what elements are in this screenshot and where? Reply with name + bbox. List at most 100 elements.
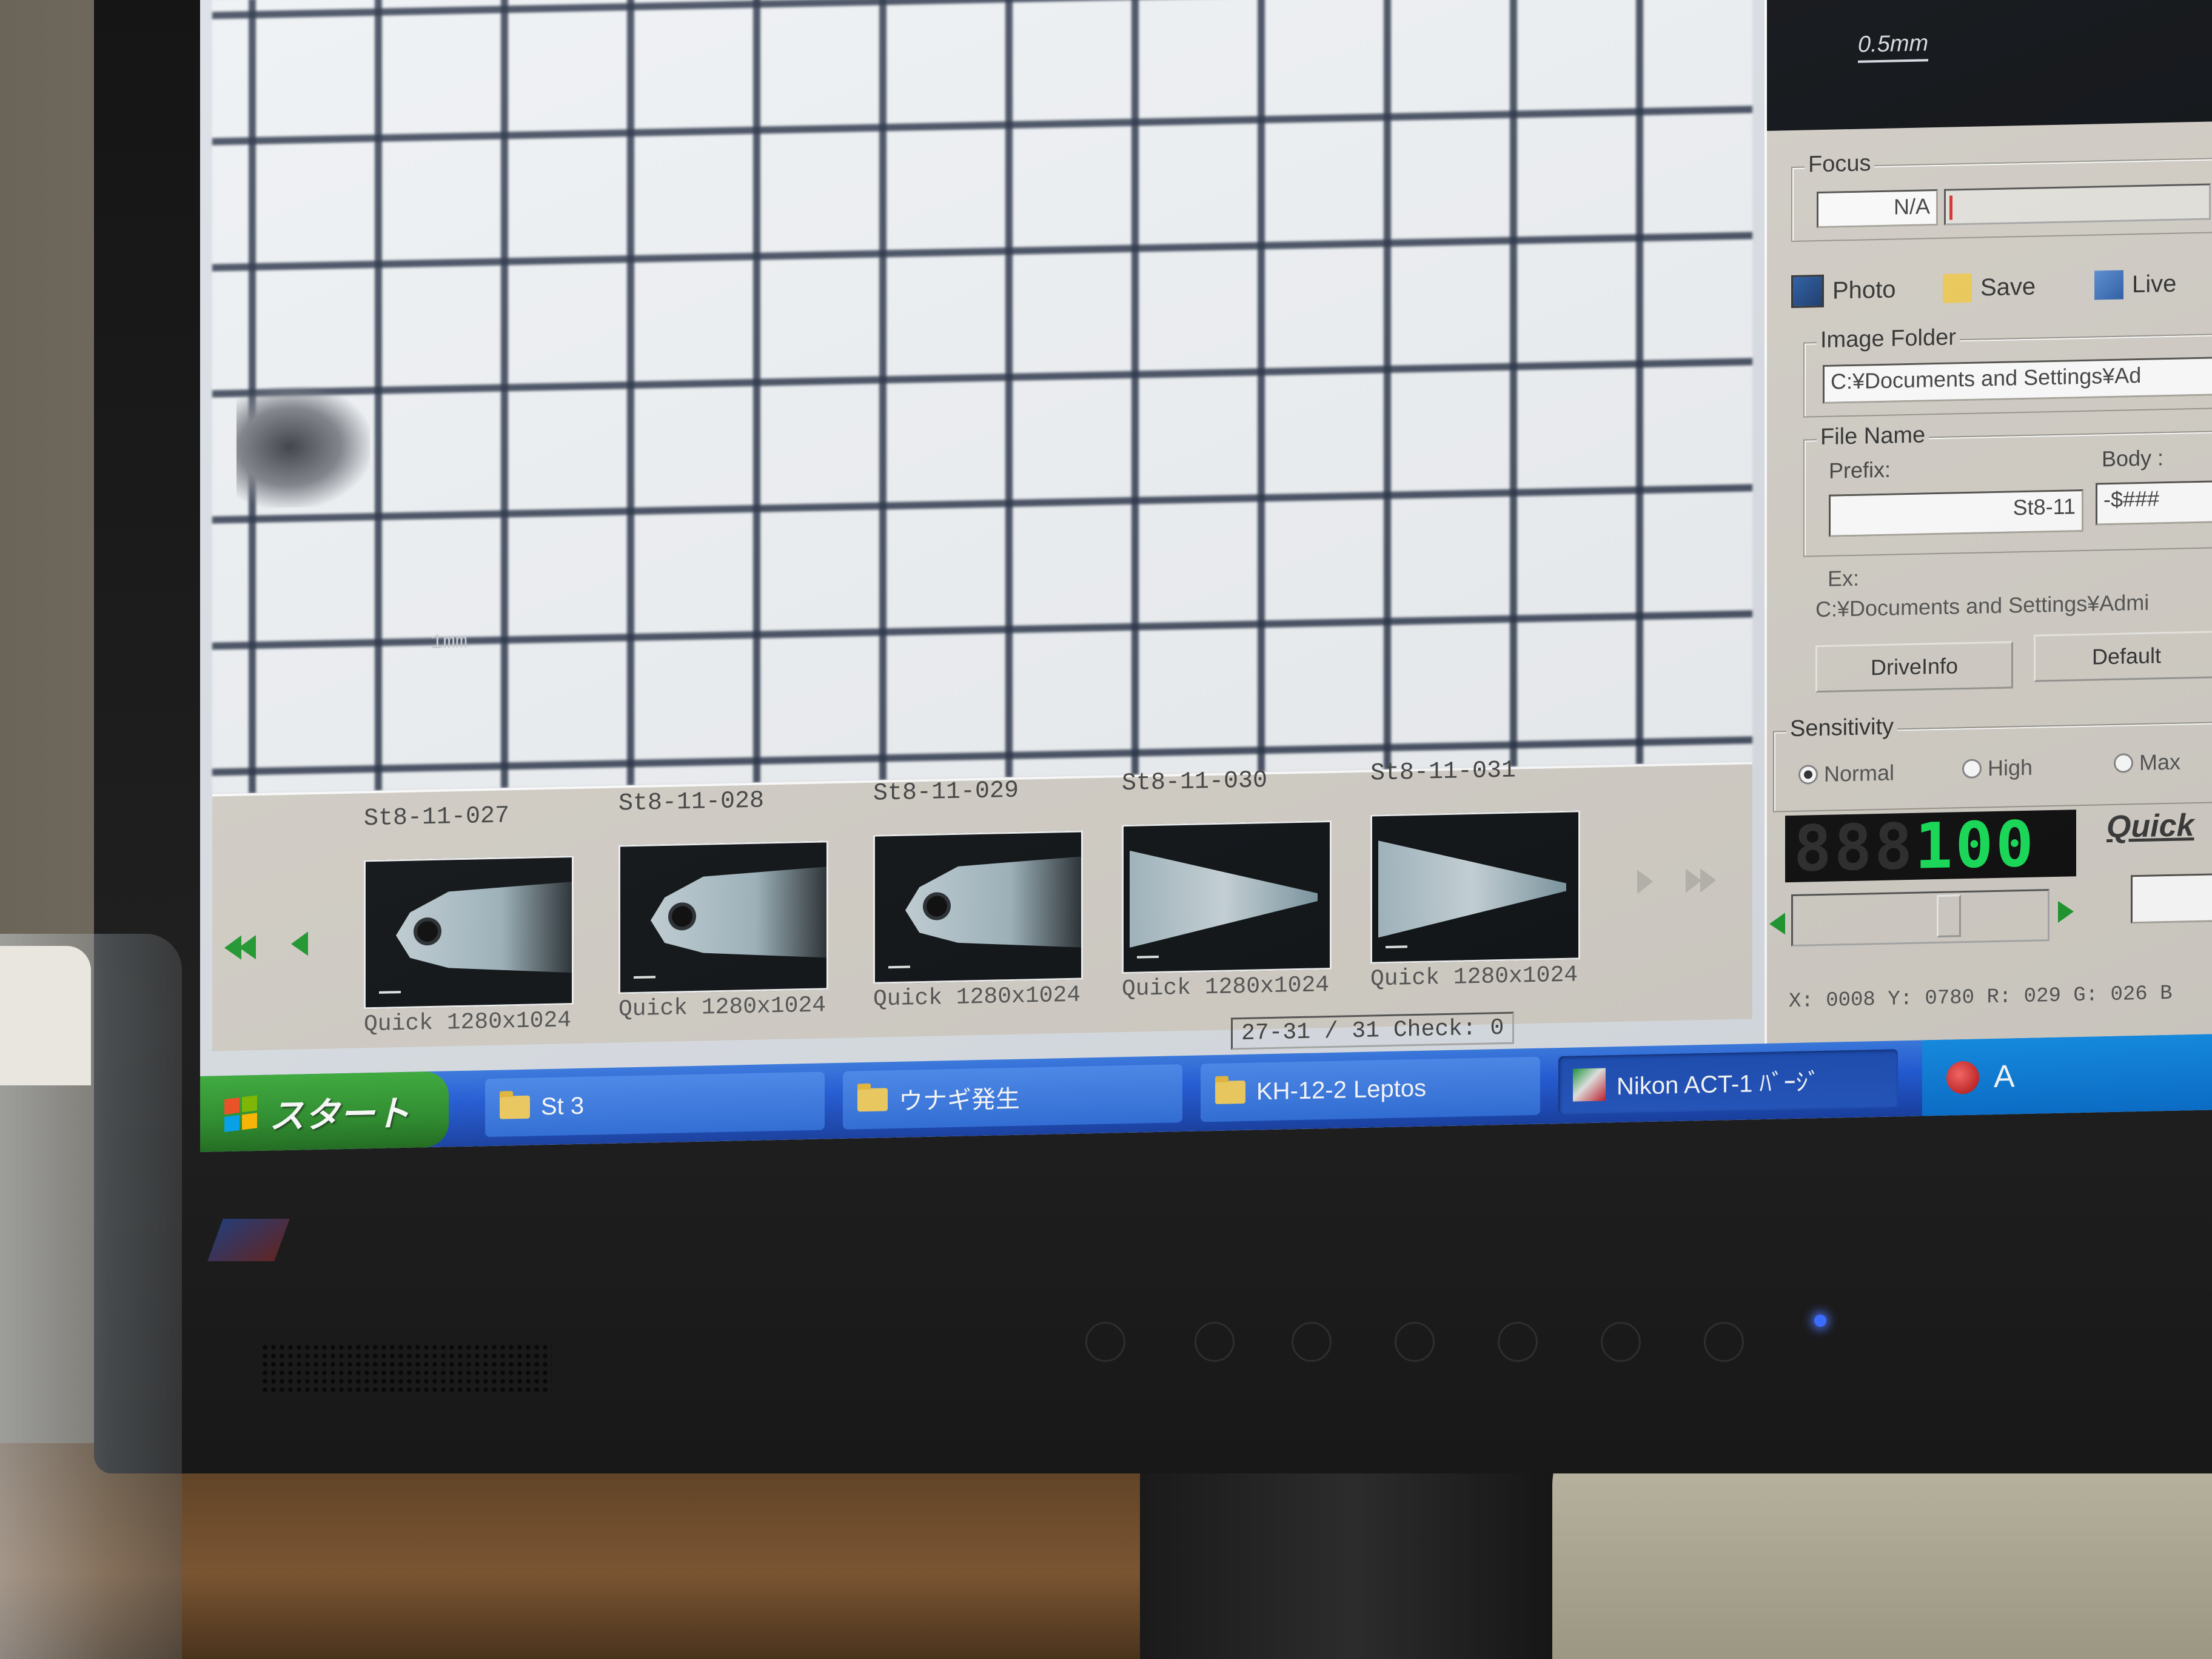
prefix-input[interactable]: St8-11 <box>1829 489 2083 537</box>
file-name-label: File Name <box>1817 422 1929 451</box>
logo-blue <box>224 1114 240 1132</box>
system-tray: A <box>1922 1034 2212 1116</box>
start-label: スタート <box>269 1093 411 1136</box>
counter-dim-digits: 888 <box>1794 809 1915 886</box>
tab-save-label: Save <box>1980 273 2036 301</box>
last-page-icon[interactable] <box>1686 868 1701 893</box>
monitor-button <box>1498 1322 1538 1362</box>
mini-scalebar <box>888 965 910 969</box>
radio-dot <box>2114 753 2133 773</box>
radio-max-label: Max <box>2139 749 2181 776</box>
monitor-button <box>1704 1322 1744 1362</box>
next-page-icon[interactable] <box>1637 869 1653 894</box>
folder-icon <box>857 1088 888 1112</box>
logo-green <box>242 1094 257 1112</box>
first-page-icon-2[interactable] <box>239 935 256 960</box>
thumbnail-strip: St8-11-027 Quick 1280x1024 St8-11-028 Qu… <box>212 757 1752 1094</box>
driveinfo-button[interactable]: DriveInfo <box>1815 641 2013 693</box>
monitor-button <box>1085 1322 1125 1362</box>
thumbnail-image <box>873 830 1083 984</box>
thumbnail[interactable]: St8-11-027 Quick 1280x1024 <box>340 801 582 1038</box>
radio-high[interactable]: High <box>1962 755 2033 782</box>
example-path: C:¥Documents and Settings¥Admi <box>1815 589 2150 622</box>
tab-live[interactable]: Live <box>2094 262 2176 307</box>
taskbar-item-st3[interactable]: St 3 <box>485 1071 825 1138</box>
exposure-slider-thumb[interactable] <box>1937 894 1961 938</box>
tab-live-label: Live <box>2132 270 2177 298</box>
taskbar-item-label: KH-12-2 Leptos <box>1256 1074 1427 1105</box>
taskbar-item-label: Nikon ACT-1 ﾊﾞｰｼﾞ <box>1617 1069 1820 1101</box>
counter-lit-digits: 100 <box>1914 806 2036 883</box>
focus-label: Focus <box>1805 150 1875 178</box>
quick-count-input[interactable] <box>2131 873 2212 924</box>
thumbnail-name: St8-11-030 <box>1122 767 1268 798</box>
thumbnail[interactable]: St8-11-029 Quick 1280x1024 <box>849 776 1091 1013</box>
larva-tail <box>1130 846 1318 947</box>
monitor-button <box>1292 1322 1332 1362</box>
thumbnail-name: St8-11-027 <box>364 802 510 833</box>
radio-normal[interactable]: Normal <box>1798 760 1894 787</box>
thumbnail-image <box>618 840 828 994</box>
slider-left-arrow[interactable] <box>1769 913 1785 935</box>
image-folder-label: Image Folder <box>1817 324 1960 354</box>
example-label: Ex: <box>1828 565 1860 591</box>
thumbnail[interactable]: St8-11-030 Quick 1280x1024 <box>1098 766 1340 1002</box>
live-view-image <box>212 0 1752 794</box>
radio-normal-label: Normal <box>1824 760 1895 786</box>
security-shield-icon[interactable] <box>1946 1061 1979 1094</box>
logo-red <box>224 1097 240 1114</box>
body-input[interactable]: -$### <box>2096 480 2212 526</box>
taskbar-item-nikon-act1[interactable]: Nikon ACT-1 ﾊﾞｰｼﾞ <box>1558 1049 1898 1115</box>
mini-scalebar <box>1137 955 1159 959</box>
taskbar-item-kh-leptos[interactable]: KH-12-2 Leptos <box>1201 1056 1540 1122</box>
mini-scalebar <box>379 991 401 994</box>
body-label: Body : <box>2102 445 2164 472</box>
larva-tail <box>1378 837 1566 937</box>
image-folder-input[interactable]: C:¥Documents and Settings¥Ad <box>1823 357 2212 404</box>
thumbnail-meta: Quick 1280x1024 <box>1370 962 1578 993</box>
jar-cap <box>0 946 91 1085</box>
slider-right-arrow[interactable] <box>2058 900 2074 923</box>
quick-mode-label: Quick <box>2106 808 2194 845</box>
tab-photo[interactable]: Photo <box>1791 267 1896 313</box>
thumbnail-meta: Quick 1280x1024 <box>873 982 1081 1013</box>
screen: 1mm 0.5mm Focus N/A Photo Save Live Imag… <box>200 0 2212 1153</box>
radio-max[interactable]: Max <box>2114 749 2180 776</box>
folder-icon <box>500 1095 530 1119</box>
thumbnail[interactable]: St8-11-031 Quick 1280x1024 <box>1346 756 1589 993</box>
image-folder-group: Image Folder C:¥Documents and Settings¥A… <box>1803 324 2212 418</box>
prefix-label: Prefix: <box>1829 457 1891 483</box>
focus-group: Focus N/A <box>1791 150 2212 243</box>
monitor-button <box>1195 1322 1235 1362</box>
thumbnail-name: St8-11-028 <box>618 787 765 818</box>
nikon-app-icon <box>1573 1068 1606 1102</box>
ime-indicator[interactable]: A <box>1994 1058 2015 1095</box>
folder-icon <box>1943 273 1972 303</box>
tab-save[interactable]: Save <box>1943 265 2036 310</box>
thumbnail-image <box>364 856 574 1010</box>
power-led <box>1814 1315 1826 1327</box>
thumbnail[interactable]: St8-11-028 Quick 1280x1024 <box>594 786 837 1023</box>
radio-high-label: High <box>1988 754 2033 781</box>
focus-value: N/A <box>1817 189 1938 229</box>
tab-photo-label: Photo <box>1832 275 1896 304</box>
thumbnail-image <box>1370 810 1580 964</box>
taskbar-item-eel-development[interactable]: ウナギ発生 <box>843 1064 1182 1130</box>
specimen-blur <box>236 384 370 509</box>
thumbnail-meta: Quick 1280x1024 <box>364 1007 572 1038</box>
last-page-icon-2[interactable] <box>1700 868 1716 893</box>
logo-yellow <box>242 1112 257 1130</box>
start-button[interactable]: スタート <box>200 1071 449 1152</box>
taskbar-item-label: St 3 <box>541 1092 585 1120</box>
radio-dot <box>1962 759 1982 779</box>
photo-icon <box>1791 274 1824 309</box>
prev-page-icon[interactable] <box>291 931 308 956</box>
windows-logo-icon <box>224 1094 257 1132</box>
taskbar-item-label: ウナギ発生 <box>899 1085 1020 1115</box>
default-button[interactable]: Default <box>2034 631 2212 682</box>
sensitivity-label: Sensitivity <box>1786 714 1898 743</box>
sensitivity-group: Sensitivity Normal High Max <box>1773 714 2212 813</box>
exposure-slider[interactable] <box>1791 889 2049 947</box>
live-caption: 1mm <box>431 631 468 655</box>
control-panel: 0.5mm Focus N/A Photo Save Live Image Fo… <box>1765 0 2212 1059</box>
